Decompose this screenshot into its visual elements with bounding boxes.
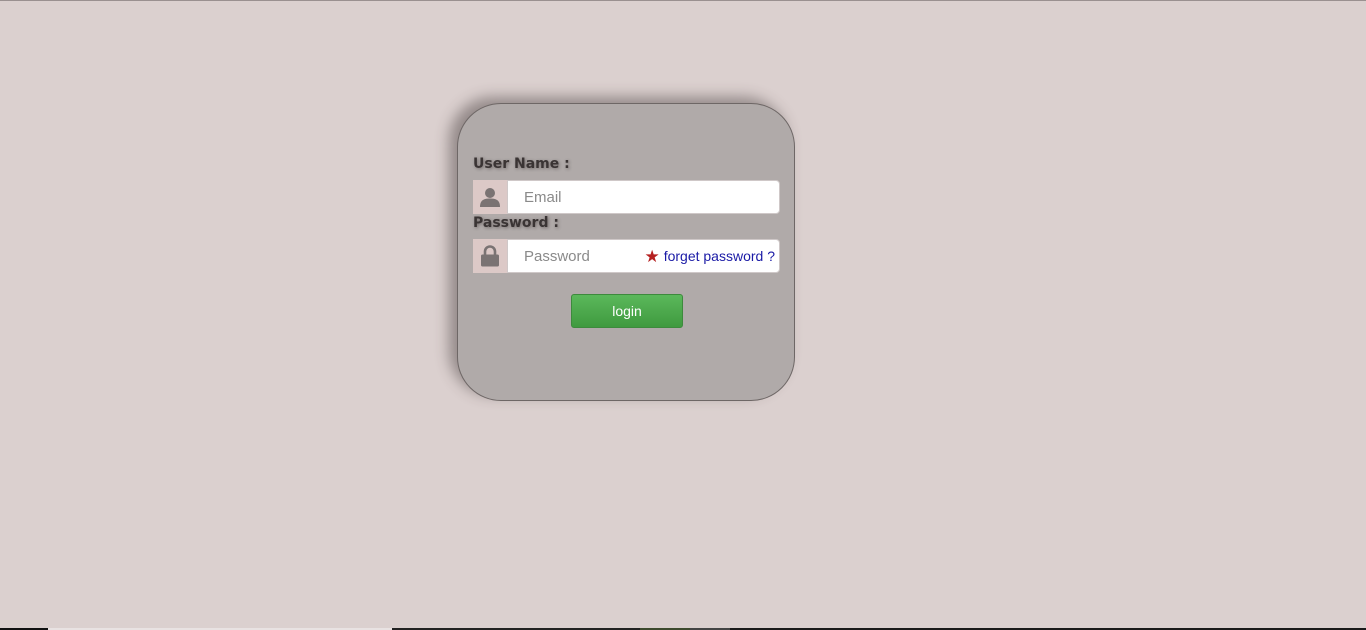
forgot-password-group: ★ forget password ? xyxy=(644,240,775,272)
login-button[interactable]: login xyxy=(571,294,683,328)
star-icon: ★ xyxy=(644,246,660,266)
email-field[interactable] xyxy=(508,181,779,213)
login-page: User Name : Password : xyxy=(0,0,1366,630)
login-card: User Name : Password : xyxy=(457,103,795,401)
lock-icon xyxy=(473,239,507,273)
password-input-group: ★ forget password ? xyxy=(473,239,780,273)
username-label: User Name : xyxy=(473,156,570,172)
username-input-group xyxy=(473,180,780,214)
password-label: Password : xyxy=(473,215,559,231)
password-field-wrapper: ★ forget password ? xyxy=(507,239,780,273)
forgot-password-link[interactable]: forget password ? xyxy=(664,248,775,264)
email-field-wrapper xyxy=(507,180,780,214)
user-icon xyxy=(473,180,507,214)
